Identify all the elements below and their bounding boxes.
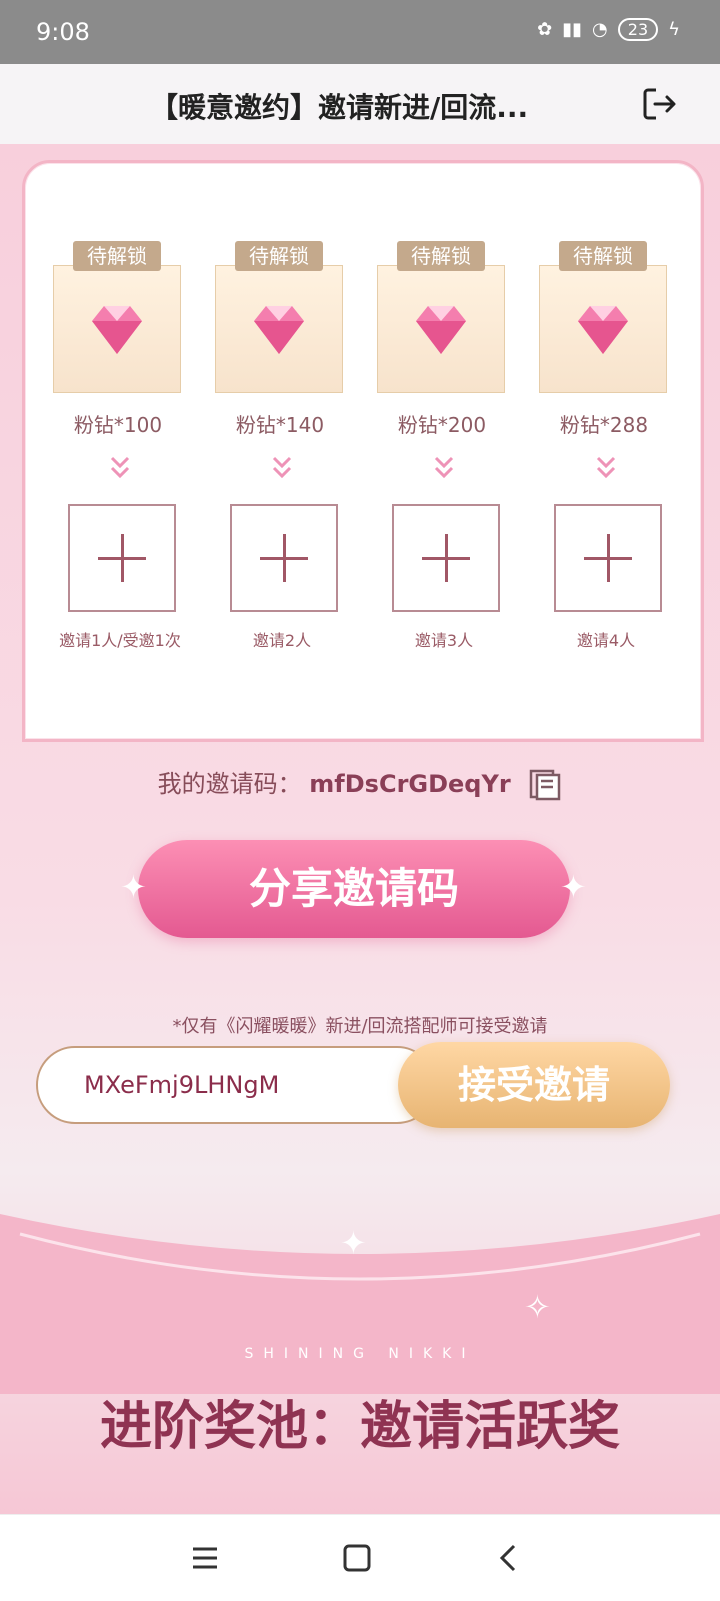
app-header: 【暖意邀约】邀请新进/回流... bbox=[0, 64, 720, 145]
invite-code-label: 我的邀请码： bbox=[157, 770, 302, 798]
locked-badge: 待解锁 bbox=[73, 241, 161, 271]
sparkle-icon: ✦ bbox=[120, 868, 147, 906]
menu-icon[interactable] bbox=[185, 1538, 225, 1578]
invite-slot[interactable] bbox=[230, 504, 338, 612]
wifi-icon: ◔ bbox=[592, 19, 608, 40]
share-invite-code-button[interactable]: 分享邀请码 bbox=[138, 840, 570, 938]
double-chevron-down-icon bbox=[596, 456, 616, 479]
double-chevron-down-icon bbox=[110, 456, 130, 479]
invite-code-value: mfDsCrGDeqYr bbox=[309, 770, 511, 798]
brand-subtitle: SHINING NIKKI bbox=[244, 1346, 476, 1362]
sparkle-icon: ✦ bbox=[560, 868, 587, 906]
exit-icon[interactable] bbox=[640, 84, 680, 124]
double-chevron-down-icon bbox=[272, 456, 292, 479]
invite-condition: 邀请3人 bbox=[414, 631, 474, 650]
reward-label: 粉钻*100 bbox=[73, 413, 163, 437]
diamond-icon bbox=[578, 306, 628, 354]
pool-title: 进阶奖池：邀请活跃奖 bbox=[99, 1396, 620, 1457]
battery-icon: 23 bbox=[617, 18, 659, 41]
diamond-icon bbox=[92, 306, 142, 354]
invite-slot[interactable] bbox=[554, 504, 662, 612]
system-navbar bbox=[0, 1514, 720, 1601]
notification-icon: ✿ bbox=[537, 19, 553, 40]
invite-note: *仅有《闪耀暖暖》新进/回流搭配师可接受邀请 bbox=[172, 1016, 548, 1037]
reward-label: 粉钻*288 bbox=[559, 413, 649, 437]
invite-slot[interactable] bbox=[392, 504, 500, 612]
reward-image bbox=[215, 265, 343, 393]
sparkle-icon: ✦ bbox=[340, 1224, 367, 1262]
invite-condition: 邀请1人/受邀1次 bbox=[59, 631, 181, 650]
locked-badge: 待解锁 bbox=[397, 241, 485, 271]
status-bar: 9:08 ✿ ▮▮ ◔ 23 ϟ bbox=[0, 0, 720, 64]
diamond-icon bbox=[254, 306, 304, 354]
status-icons: ✿ ▮▮ ◔ 23 ϟ bbox=[537, 18, 680, 41]
reward-card: 待解锁 粉钻*100 邀请1人/受邀1次 待解锁 粉钻*140 邀请2人 待解锁… bbox=[22, 160, 704, 742]
locked-badge: 待解锁 bbox=[235, 241, 323, 271]
main-content: 待解锁 粉钻*100 邀请1人/受邀1次 待解锁 粉钻*140 邀请2人 待解锁… bbox=[0, 144, 720, 1514]
invite-code-row: 我的邀请码： mfDsCrGDeqYr bbox=[0, 764, 720, 802]
invite-slot[interactable] bbox=[68, 504, 176, 612]
reward-label: 粉钻*140 bbox=[235, 413, 325, 437]
copy-icon[interactable] bbox=[528, 768, 562, 802]
reward-image bbox=[539, 265, 667, 393]
invite-condition: 邀请4人 bbox=[576, 631, 636, 650]
charging-icon: ϟ bbox=[668, 19, 680, 40]
reward-image bbox=[377, 265, 505, 393]
accept-invite-button[interactable]: 接受邀请 bbox=[398, 1042, 670, 1128]
invite-condition: 邀请2人 bbox=[252, 631, 312, 650]
butterfly-icon: ✧ bbox=[524, 1288, 551, 1326]
diamond-icon bbox=[416, 306, 466, 354]
reward-label: 粉钻*200 bbox=[397, 413, 487, 437]
signal-icon: ▮▮ bbox=[562, 19, 583, 40]
home-icon[interactable] bbox=[337, 1538, 377, 1578]
back-icon[interactable] bbox=[490, 1538, 530, 1578]
page-title: 【暖意邀约】邀请新进/回流... bbox=[150, 91, 529, 124]
reward-image bbox=[53, 265, 181, 393]
status-time: 9:08 bbox=[36, 18, 90, 46]
locked-badge: 待解锁 bbox=[559, 241, 647, 271]
double-chevron-down-icon bbox=[434, 456, 454, 479]
invite-code-input[interactable]: MXeFmj9LHNgM bbox=[36, 1046, 436, 1124]
